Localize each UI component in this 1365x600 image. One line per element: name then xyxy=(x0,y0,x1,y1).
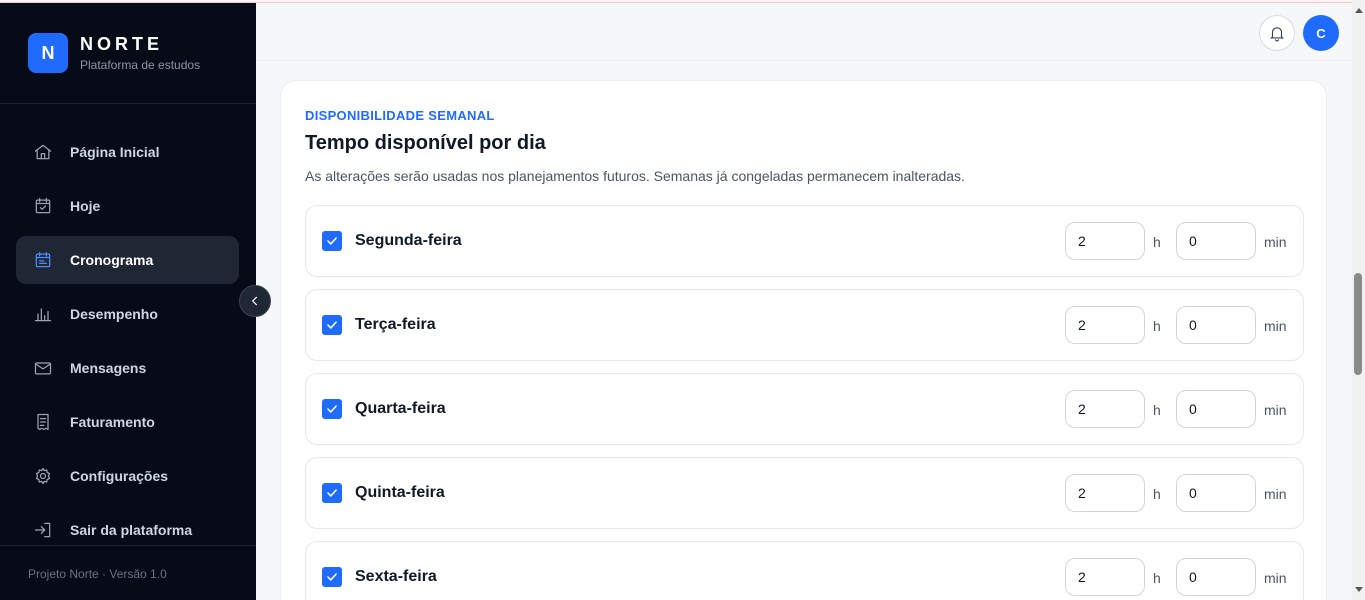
minutes-input[interactable] xyxy=(1176,306,1256,344)
sidebar-item-faturamento[interactable]: Faturamento xyxy=(16,398,239,446)
sidebar-item-label: Desempenho xyxy=(70,306,158,322)
hours-input[interactable] xyxy=(1065,222,1145,260)
bar-chart-icon xyxy=(32,303,54,325)
brand-subtitle: Plataforma de estudos xyxy=(80,58,201,72)
page-title: Tempo disponível por dia xyxy=(305,132,546,154)
scroll-down-arrow-icon[interactable] xyxy=(1355,587,1363,592)
hours-input[interactable] xyxy=(1065,306,1145,344)
day-label: Terça-feira xyxy=(355,316,436,333)
minutes-unit: min xyxy=(1264,318,1287,334)
chevron-left-icon xyxy=(251,296,258,306)
check-icon xyxy=(327,489,337,497)
hours-input[interactable] xyxy=(1065,558,1145,596)
sidebar-item-configuracoes[interactable]: Configurações xyxy=(16,452,239,500)
check-icon xyxy=(327,321,337,329)
sidebar-item-mensagens[interactable]: Mensagens xyxy=(16,344,239,392)
day-row-quinta: Quinta-feira h min xyxy=(305,457,1304,529)
sidebar-footer-divider xyxy=(0,545,256,546)
day-checkbox[interactable] xyxy=(322,567,342,587)
section-eyebrow: DISPONIBILIDADE SEMANAL xyxy=(305,108,495,123)
brand-name: NORTE xyxy=(80,34,163,54)
hours-input[interactable] xyxy=(1065,390,1145,428)
check-icon xyxy=(327,573,337,581)
sidebar-item-label: Configurações xyxy=(70,468,169,484)
page-scrollbar[interactable] xyxy=(1352,0,1365,600)
home-icon xyxy=(32,141,54,163)
brand-logo: N xyxy=(28,33,68,73)
minutes-unit: min xyxy=(1264,234,1287,250)
hours-unit: h xyxy=(1153,486,1161,502)
day-row-quarta: Quarta-feira h min xyxy=(305,373,1304,445)
hours-unit: h xyxy=(1153,402,1161,418)
hours-unit: h xyxy=(1153,234,1161,250)
day-label: Quinta-feira xyxy=(355,484,445,501)
day-label: Quarta-feira xyxy=(355,400,446,417)
day-checkbox[interactable] xyxy=(322,315,342,335)
hours-unit: h xyxy=(1153,318,1161,334)
sidebar-item-label: Mensagens xyxy=(70,360,147,376)
gear-icon xyxy=(32,465,54,487)
day-row-segunda: Segunda-feira h min xyxy=(305,205,1304,277)
day-checkbox[interactable] xyxy=(322,231,342,251)
day-row-terca: Terça-feira h min xyxy=(305,289,1304,361)
minutes-unit: min xyxy=(1264,402,1287,418)
mail-icon xyxy=(32,357,54,379)
sidebar-item-label: Sair da plataforma xyxy=(70,522,193,538)
sidebar: N NORTE Plataforma de estudos Página Ini… xyxy=(0,3,256,600)
brand[interactable]: N NORTE Plataforma de estudos xyxy=(28,33,200,73)
minutes-unit: min xyxy=(1264,570,1287,586)
sidebar-item-cronograma[interactable]: Cronograma xyxy=(16,236,239,284)
scrollbar-thumb[interactable] xyxy=(1354,273,1362,375)
calendar-check-icon xyxy=(32,195,54,217)
sidebar-item-desempenho[interactable]: Desempenho xyxy=(16,290,239,338)
minutes-input[interactable] xyxy=(1176,222,1256,260)
check-icon xyxy=(327,237,337,245)
section-description: As alterações serão usadas nos planejame… xyxy=(305,168,965,184)
sidebar-item-label: Página Inicial xyxy=(70,144,160,160)
sidebar-item-sair[interactable]: Sair da plataforma xyxy=(16,506,239,554)
sidebar-item-label: Hoje xyxy=(70,198,101,214)
day-checkbox[interactable] xyxy=(322,399,342,419)
collapse-sidebar-button[interactable] xyxy=(239,285,271,317)
day-row-sexta: Sexta-feira h min xyxy=(305,541,1304,600)
sidebar-item-label: Faturamento xyxy=(70,414,155,430)
check-icon xyxy=(327,405,337,413)
hours-unit: h xyxy=(1153,570,1161,586)
sidebar-nav: Página Inicial Hoje Cronograma Desempenh… xyxy=(16,128,239,560)
sidebar-item-hoje[interactable]: Hoje xyxy=(16,182,239,230)
minutes-input[interactable] xyxy=(1176,474,1256,512)
avatar[interactable]: C xyxy=(1303,15,1339,51)
scroll-up-arrow-icon[interactable] xyxy=(1355,8,1363,13)
day-label: Segunda-feira xyxy=(355,232,462,249)
day-checkbox[interactable] xyxy=(322,483,342,503)
header-divider xyxy=(256,60,1352,61)
logout-icon xyxy=(32,519,54,541)
minutes-unit: min xyxy=(1264,486,1287,502)
availability-card: DISPONIBILIDADE SEMANAL Tempo disponível… xyxy=(280,80,1327,600)
day-label: Sexta-feira xyxy=(355,568,437,585)
sidebar-divider xyxy=(0,103,256,104)
minutes-input[interactable] xyxy=(1176,390,1256,428)
sidebar-item-pagina-inicial[interactable]: Página Inicial xyxy=(16,128,239,176)
minutes-input[interactable] xyxy=(1176,558,1256,596)
sidebar-footer: Projeto Norte · Versão 1.0 xyxy=(28,567,167,581)
notifications-button[interactable] xyxy=(1259,15,1295,51)
receipt-icon xyxy=(32,411,54,433)
hours-input[interactable] xyxy=(1065,474,1145,512)
calendar-icon xyxy=(32,249,54,271)
sidebar-item-label: Cronograma xyxy=(70,252,154,268)
bell-icon xyxy=(1270,27,1284,42)
